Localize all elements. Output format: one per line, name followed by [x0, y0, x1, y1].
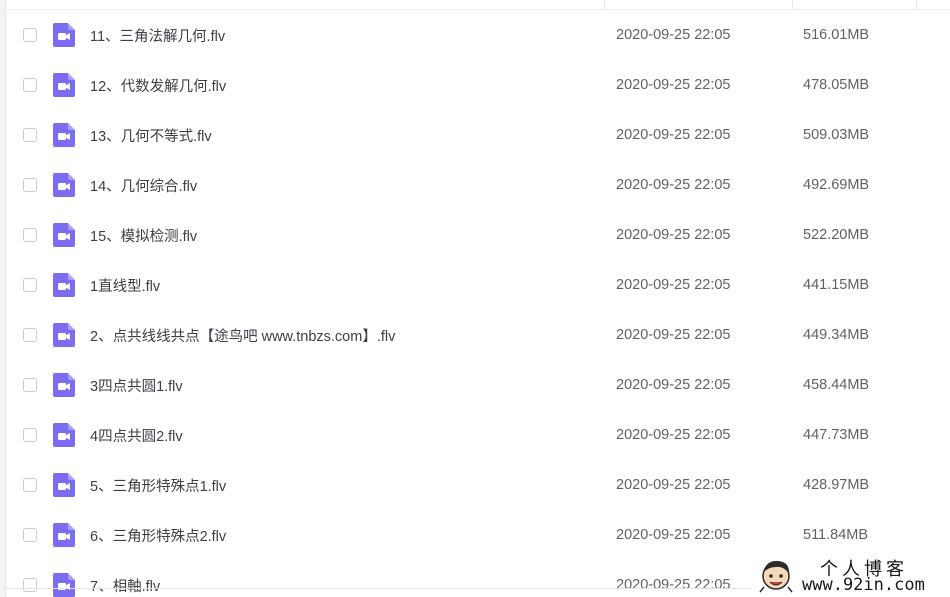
file-modified-date: 2020-09-25 22:05	[616, 127, 731, 143]
file-size: 428.97MB	[803, 477, 870, 493]
video-file-icon	[53, 73, 75, 97]
file-modified-date: 2020-09-25 22:05	[616, 327, 731, 343]
video-file-icon	[53, 373, 75, 397]
file-size: 478.05MB	[803, 77, 870, 93]
file-size: 522.20MB	[803, 227, 870, 243]
watermark: 个人博客 www.92in.com	[752, 553, 950, 597]
file-size: 449.34MB	[803, 327, 870, 343]
row-checkbox[interactable]	[23, 128, 37, 142]
file-row[interactable]: 12、代数发解几何.flv 2020-09-25 22:05 478.05MB	[6, 60, 950, 110]
column-divider[interactable]	[604, 0, 605, 9]
file-size: 492.69MB	[803, 177, 870, 193]
file-name[interactable]: 13、几何不等式.flv	[90, 125, 212, 146]
file-size: 516.01MB	[803, 27, 870, 43]
row-checkbox[interactable]	[23, 478, 37, 492]
file-modified-date: 2020-09-25 22:05	[616, 277, 731, 293]
column-header	[6, 0, 950, 10]
file-row[interactable]: 5、三角形特殊点1.flv 2020-09-25 22:05 428.97MB	[6, 460, 950, 510]
file-row[interactable]: 3四点共圆1.flv 2020-09-25 22:05 458.44MB	[6, 360, 950, 410]
file-row[interactable]: 2、点共线线共点【途鸟吧 www.tnbzs.com】.flv 2020-09-2…	[6, 310, 950, 360]
file-list-page: 11、三角法解几何.flv 2020-09-25 22:05 516.01MB 12、…	[0, 0, 950, 597]
file-modified-date: 2020-09-25 22:05	[616, 527, 731, 543]
file-name[interactable]: 3四点共圆1.flv	[90, 375, 183, 396]
file-row[interactable]: 1直线型.flv 2020-09-25 22:05 441.15MB	[6, 260, 950, 310]
row-checkbox[interactable]	[23, 228, 37, 242]
video-file-icon	[53, 423, 75, 447]
row-checkbox[interactable]	[23, 28, 37, 42]
file-modified-date: 2020-09-25 22:05	[616, 177, 731, 193]
file-modified-date: 2020-09-25 22:05	[616, 427, 731, 443]
file-row[interactable]: 14、几何综合.flv 2020-09-25 22:05 492.69MB	[6, 160, 950, 210]
row-checkbox[interactable]	[23, 428, 37, 442]
cartoon-face-logo	[759, 560, 793, 593]
watermark-url: www.92in.com	[802, 575, 925, 595]
file-name[interactable]: 5、三角形特殊点1.flv	[90, 475, 226, 496]
file-modified-date: 2020-09-25 22:05	[616, 227, 731, 243]
file-row[interactable]: 11、三角法解几何.flv 2020-09-25 22:05 516.01MB	[6, 10, 950, 60]
row-checkbox[interactable]	[23, 78, 37, 92]
video-file-icon	[53, 223, 75, 247]
file-list: 11、三角法解几何.flv 2020-09-25 22:05 516.01MB 12、…	[6, 10, 950, 597]
file-name[interactable]: 1直线型.flv	[90, 275, 160, 296]
file-row[interactable]: 4四点共圆2.flv 2020-09-25 22:05 447.73MB	[6, 410, 950, 460]
file-size: 458.44MB	[803, 377, 870, 393]
file-size: 441.15MB	[803, 277, 870, 293]
file-row[interactable]: 15、模拟检测.flv 2020-09-25 22:05 522.20MB	[6, 210, 950, 260]
video-file-icon	[53, 523, 75, 547]
column-divider[interactable]	[792, 0, 793, 9]
row-checkbox[interactable]	[23, 178, 37, 192]
row-checkbox[interactable]	[23, 578, 37, 592]
row-checkbox[interactable]	[23, 278, 37, 292]
file-modified-date: 2020-09-25 22:05	[616, 377, 731, 393]
column-divider[interactable]	[916, 0, 917, 9]
video-file-icon	[53, 273, 75, 297]
file-size: 509.03MB	[803, 127, 870, 143]
file-modified-date: 2020-09-25 22:05	[616, 477, 731, 493]
file-name[interactable]: 4四点共圆2.flv	[90, 425, 183, 446]
row-checkbox[interactable]	[23, 328, 37, 342]
video-file-icon	[53, 173, 75, 197]
video-file-icon	[53, 23, 75, 47]
file-name[interactable]: 15、模拟检测.flv	[90, 225, 197, 246]
file-name[interactable]: 6、三角形特殊点2.flv	[90, 525, 226, 546]
file-name[interactable]: 11、三角法解几何.flv	[90, 25, 225, 46]
file-modified-date: 2020-09-25 22:05	[616, 577, 731, 593]
file-name[interactable]: 2、点共线线共点【途鸟吧 www.tnbzs.com】.flv	[90, 325, 395, 346]
file-row[interactable]: 13、几何不等式.flv 2020-09-25 22:05 509.03MB	[6, 110, 950, 160]
row-checkbox[interactable]	[23, 378, 37, 392]
video-file-icon	[53, 573, 75, 597]
file-modified-date: 2020-09-25 22:05	[616, 77, 731, 93]
row-checkbox[interactable]	[23, 528, 37, 542]
file-name[interactable]: 14、几何综合.flv	[90, 175, 197, 196]
file-name[interactable]: 12、代数发解几何.flv	[90, 75, 226, 96]
file-name[interactable]: 7、相軸.flv	[90, 575, 160, 596]
video-file-icon	[53, 123, 75, 147]
file-size: 447.73MB	[803, 427, 870, 443]
file-modified-date: 2020-09-25 22:05	[616, 27, 731, 43]
video-file-icon	[53, 473, 75, 497]
file-size: 511.84MB	[803, 527, 869, 543]
video-file-icon	[53, 323, 75, 347]
